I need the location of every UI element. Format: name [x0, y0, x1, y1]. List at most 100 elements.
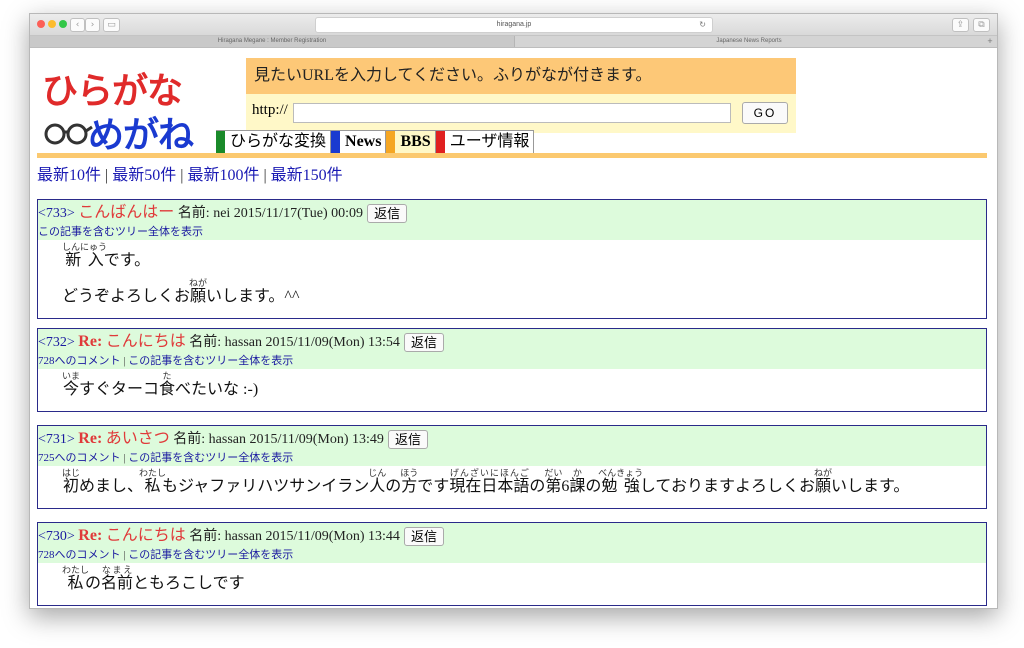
post-title-line: <731> Re: あいさつ 名前: hassan 2015/11/09(Mon… — [38, 428, 986, 450]
furigana-reading: わたし — [139, 468, 167, 478]
furigana-reading: ほう — [400, 468, 419, 478]
show-tree-link[interactable]: この記事を含むツリー全体を表示 — [38, 226, 203, 238]
post-text: の — [385, 478, 402, 495]
parent-comment-link[interactable]: 725へのコメント — [38, 452, 121, 464]
reply-prefix: Re: — [78, 527, 103, 544]
post-text: いします。^^ — [206, 288, 300, 305]
furigana-word: 課か — [569, 468, 586, 495]
furigana-reading: ねが — [813, 468, 832, 478]
separator: | — [105, 167, 109, 184]
url-furigana-tool: 見たいURLを入力してください。ふりがなが付きます。 http:// GO — [246, 58, 796, 133]
post-text: ともろこしです — [133, 575, 245, 592]
reply-button[interactable]: 返信 — [387, 430, 428, 450]
furigana-reading: はじ — [62, 468, 81, 478]
post-title: こんにちは — [105, 527, 186, 544]
show-tree-link[interactable]: この記事を含むツリー全体を表示 — [128, 549, 293, 561]
latest-links: 最新10件 | 最新50件 | 最新100件 | 最新150件 — [37, 161, 343, 185]
show-tree-link[interactable]: この記事を含むツリー全体を表示 — [128, 355, 293, 367]
reply-button[interactable]: 返信 — [367, 204, 408, 224]
furigana-reading: か — [569, 468, 586, 478]
url-input[interactable] — [293, 103, 731, 123]
sidebar-icon[interactable]: ▭ — [103, 18, 120, 32]
reload-icon[interactable]: ↻ — [699, 18, 706, 32]
latest-150-link[interactable]: 最新150件 — [271, 167, 343, 184]
post-number-link[interactable]: <733> — [38, 206, 75, 221]
post-text: いします。 — [830, 478, 910, 495]
post-body: 初はじめまし、私わたしもジャファリハツサンイラン人じんの方ほうです現在日本語げん… — [38, 466, 986, 508]
address-bar[interactable]: hiragana.jp ↻ — [315, 17, 713, 33]
latest-10-link[interactable]: 最新10件 — [37, 167, 101, 184]
post-number-link[interactable]: <732> — [38, 335, 75, 350]
parent-comment-link[interactable]: 728へのコメント — [38, 549, 121, 561]
furigana-word: 第だい — [544, 468, 563, 495]
furigana-word: 新入しんにゅう — [62, 242, 108, 269]
post-body-line: 初はじめまし、私わたしもジャファリハツサンイラン人じんの方ほうです現在日本語げん… — [62, 468, 986, 504]
url-tool-heading: 見たいURLを入力してください。ふりがなが付きます。 — [246, 58, 796, 94]
menu-news[interactable]: News — [331, 130, 387, 154]
zoom-window-button[interactable] — [59, 20, 67, 28]
forward-icon[interactable]: › — [85, 18, 100, 32]
post-text: べたいな :-) — [175, 381, 259, 398]
reply-button[interactable]: 返信 — [403, 527, 444, 547]
furigana-reading: しんにゅう — [62, 242, 108, 252]
tab-japanese-news[interactable]: Japanese News Reports — [515, 36, 983, 47]
furigana-word: 勉強べんきょう — [598, 468, 644, 495]
tabs-overview-icon[interactable]: ⧉ — [973, 18, 990, 32]
furigana-word: 現在日本語げんざいにほんご — [449, 468, 530, 495]
browser-window: ‹ › ▭ hiragana.jp ↻ ⇪ ⧉ Hiragana Megane … — [29, 13, 998, 609]
address-text: hiragana.jp — [496, 21, 532, 28]
post-body-line: 新入しんにゅうです。 — [62, 242, 986, 278]
menu-label: ひらがな変換 — [230, 133, 327, 150]
furigana-word: 私わたし — [62, 565, 90, 592]
logo-text-megane: めがね — [88, 106, 194, 158]
back-icon[interactable]: ‹ — [70, 18, 85, 32]
furigana-reading: わたし — [62, 565, 90, 575]
post-title: こんばんはー — [78, 204, 175, 221]
latest-100-link[interactable]: 最新100件 — [187, 167, 259, 184]
menu-label: BBS — [400, 133, 431, 150]
glasses-icon — [44, 123, 93, 145]
tab-member-registration[interactable]: Hiragana Megane : Member Registration — [30, 36, 515, 47]
parent-comment-link[interactable]: 728へのコメント — [38, 355, 121, 367]
post-number-link[interactable]: <731> — [38, 432, 75, 447]
go-button[interactable]: GO — [742, 102, 788, 124]
separator: | — [263, 167, 267, 184]
reply-button[interactable]: 返信 — [403, 333, 444, 353]
reply-prefix: Re: — [78, 333, 103, 350]
browser-titlebar: ‹ › ▭ hiragana.jp ↻ ⇪ ⧉ — [30, 14, 997, 36]
post-text: の — [529, 478, 546, 495]
bbs-post: <732> Re: こんにちは 名前: hassan 2015/11/09(Mo… — [37, 328, 987, 412]
menu-label: ユーザ情報 — [449, 133, 530, 150]
post-meta: 名前: nei 2015/11/17(Tue) 00:09 — [177, 206, 364, 221]
show-tree-link[interactable]: この記事を含むツリー全体を表示 — [128, 452, 293, 464]
site-logo[interactable]: ひらがな めがね — [42, 62, 212, 156]
close-window-button[interactable] — [37, 20, 45, 28]
furigana-reading: げんざいにほんご — [449, 468, 530, 478]
post-header: <730> Re: こんにちは 名前: hassan 2015/11/09(Mo… — [38, 523, 986, 563]
new-tab-button[interactable]: + — [985, 36, 995, 47]
furigana-reading: だい — [544, 468, 563, 478]
menu-user-info[interactable]: ユーザ情報 — [435, 130, 535, 154]
post-text: の — [85, 575, 102, 592]
post-text: すぐターコ — [79, 381, 160, 398]
furigana-reading: いま — [62, 371, 81, 381]
furigana-word: 名前なまえ — [101, 565, 134, 592]
post-text: もジャファリハツサンイラン — [162, 478, 370, 495]
latest-50-link[interactable]: 最新50件 — [112, 167, 176, 184]
bbs-post: <730> Re: こんにちは 名前: hassan 2015/11/09(Mo… — [37, 522, 987, 606]
furigana-reading: ねが — [189, 278, 208, 288]
share-icon[interactable]: ⇪ — [952, 18, 969, 32]
furigana-word: 方ほう — [400, 468, 419, 495]
post-number-link[interactable]: <730> — [38, 529, 75, 544]
menu-bbs[interactable]: BBS — [386, 130, 436, 154]
post-links: 728へのコメント | この記事を含むツリー全体を表示 — [38, 353, 986, 369]
minimize-window-button[interactable] — [48, 20, 56, 28]
bbs-post: <731> Re: あいさつ 名前: hassan 2015/11/09(Mon… — [37, 425, 987, 509]
post-body-line: 私わたしの名前なまえともろこしです — [62, 565, 986, 601]
url-prefix: http:// — [252, 102, 288, 118]
menu-color-bar — [331, 131, 341, 153]
menu-label: News — [345, 133, 382, 150]
menu-hiragana-convert[interactable]: ひらがな変換 — [216, 130, 332, 154]
post-title: あいさつ — [105, 430, 170, 447]
logo-line2: めがね — [88, 115, 194, 156]
